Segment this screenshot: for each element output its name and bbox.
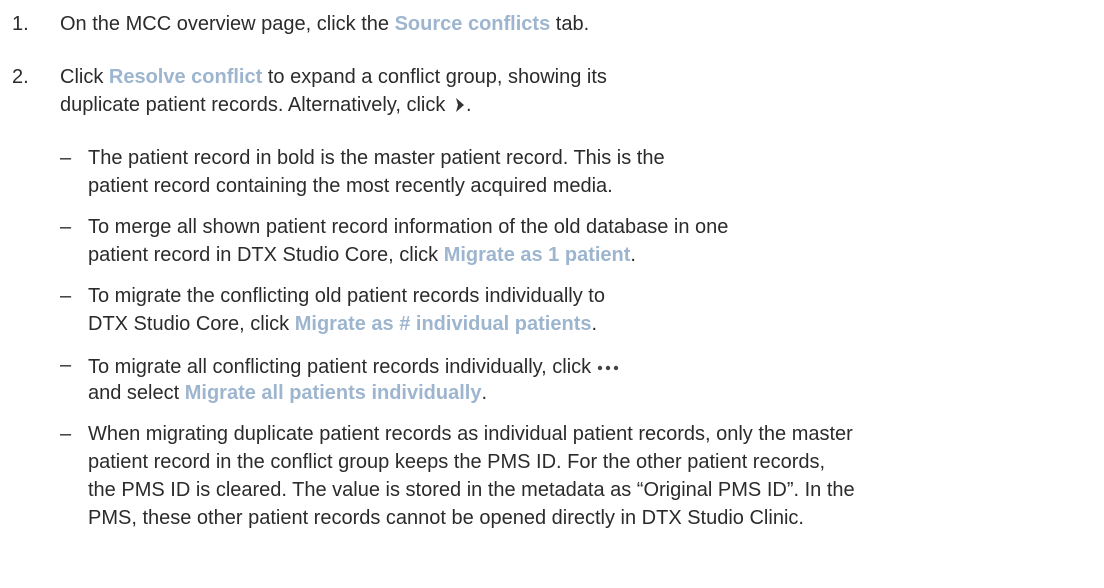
bullet-dash: –: [60, 354, 72, 376]
chevron-right-icon: [454, 94, 466, 120]
text: .: [591, 313, 598, 335]
resolve-conflict-label: Resolve conflict: [108, 66, 263, 88]
text: duplicate patient records. Alternatively…: [60, 94, 451, 116]
bullet-1-line1: The patient record in bold is the master…: [88, 147, 665, 169]
text: To migrate all conflicting patient recor…: [88, 356, 592, 378]
text: and select: [88, 382, 185, 404]
bullet-dash: –: [60, 285, 72, 307]
bullet-4-line1: To migrate all conflicting patient recor…: [88, 352, 619, 380]
bullet-5-line1: When migrating duplicate patient records…: [88, 423, 853, 445]
step-number: 2.: [12, 66, 29, 88]
bullet-5-line2: patient record in the conflict group kee…: [88, 451, 826, 473]
migrate-as-individual-patients-label: Migrate as # individual patients: [294, 313, 592, 335]
bullet-3-line1: To migrate the conflicting old patient r…: [88, 285, 605, 307]
text: On the MCC overview page, click the: [60, 13, 395, 35]
text: to expand a conflict group, showing its: [262, 66, 607, 88]
text: DTX Studio Core, click: [88, 313, 295, 335]
bullet-2-line1: To merge all shown patient record inform…: [88, 216, 729, 238]
source-conflicts-label: Source conflicts: [394, 13, 551, 35]
text: .: [630, 244, 636, 266]
instruction-page: 1. On the MCC overview page, click the S…: [0, 0, 1104, 588]
step-1-text: On the MCC overview page, click the Sour…: [60, 11, 589, 37]
text: .: [481, 382, 488, 404]
migrate-as-1-patient-label: Migrate as 1 patient: [443, 244, 631, 266]
text: .: [465, 94, 472, 116]
bullet-dash: –: [60, 147, 72, 169]
bullet-5-line4: PMS, these other patient records cannot …: [88, 507, 804, 529]
bullet-5-line3: the PMS ID is cleared. The value is stor…: [88, 479, 855, 501]
bullet-3-line2: DTX Studio Core, click Migrate as # indi…: [88, 311, 597, 337]
bullet-4-line2: and select Migrate all patients individu…: [88, 380, 487, 406]
bullet-dash: –: [60, 423, 72, 445]
bullet-dash: –: [60, 216, 72, 238]
more-dots-icon: [597, 352, 619, 378]
migrate-all-patients-individually-label: Migrate all patients individually: [184, 382, 482, 404]
bullet-2-line2: patient record in DTX Studio Core, click…: [88, 242, 636, 268]
step-2-text-line1: Click Resolve conflict to expand a confl…: [60, 64, 607, 90]
bullet-1-line2: patient record containing the most recen…: [88, 175, 613, 197]
step-2-text-line2: duplicate patient records. Alternatively…: [60, 92, 472, 120]
step-number: 1.: [12, 13, 29, 35]
text: patient record in DTX Studio Core, click: [88, 244, 444, 266]
text: Click: [60, 66, 109, 88]
text: tab.: [550, 13, 590, 35]
